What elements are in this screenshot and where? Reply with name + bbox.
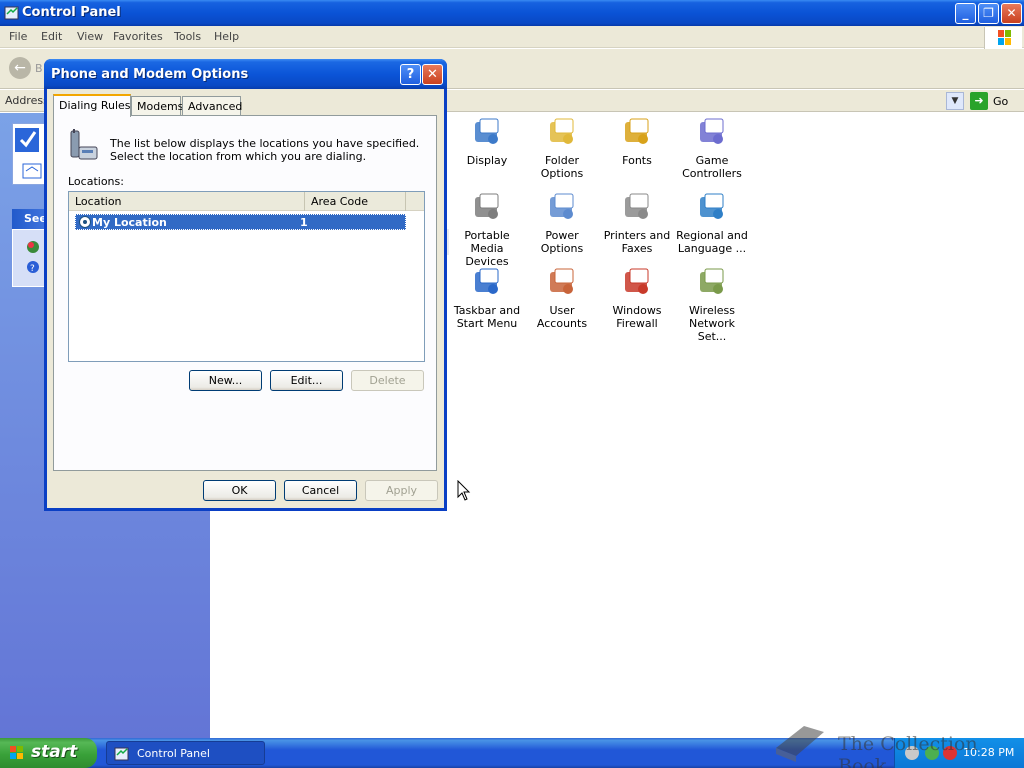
go-button[interactable]: Go bbox=[993, 95, 1008, 108]
menu-help[interactable]: Help bbox=[214, 30, 239, 43]
menu-favorites[interactable]: Favorites bbox=[113, 30, 163, 43]
menu-edit[interactable]: Edit bbox=[41, 30, 62, 43]
cp-item-label: Regional and Language ... bbox=[676, 229, 748, 255]
cp-item-printers[interactable]: Printers and Faxes bbox=[600, 191, 674, 255]
list-header: Location Area Code bbox=[69, 192, 424, 211]
cp-item-wireless[interactable]: Wireless Network Set... bbox=[675, 266, 749, 343]
location-area-code: 1 bbox=[300, 216, 308, 229]
intro-text: The list below displays the locations yo… bbox=[110, 137, 420, 163]
cp-item-label: Wireless Network Set... bbox=[688, 304, 736, 343]
restore-button[interactable]: ❐ bbox=[978, 3, 999, 24]
cp-item-label: Taskbar and Start Menu bbox=[453, 304, 521, 330]
cp-item-label: Windows Firewall bbox=[612, 304, 662, 330]
cp-item-label: Display bbox=[466, 154, 508, 167]
phone-modem-options-dialog: Phone and Modem Options ? ✕ Dialing Rule… bbox=[44, 59, 447, 511]
menu-view[interactable]: View bbox=[77, 30, 103, 43]
delete-button[interactable]: Delete bbox=[351, 370, 424, 391]
svg-text:?: ? bbox=[30, 264, 35, 274]
cp-item-firewall[interactable]: Windows Firewall bbox=[600, 266, 674, 330]
apply-button[interactable]: Apply bbox=[365, 480, 438, 501]
edit-button[interactable]: Edit... bbox=[270, 370, 343, 391]
cp-item-display[interactable]: Display bbox=[450, 116, 524, 167]
column-location[interactable]: Location bbox=[69, 192, 305, 211]
power-options-icon bbox=[550, 193, 574, 219]
taskbar-button-label: Control Panel bbox=[137, 747, 210, 760]
help-button[interactable]: ? bbox=[400, 64, 421, 85]
windows-logo-icon bbox=[984, 27, 1022, 49]
back-arrow-icon[interactable]: ← bbox=[9, 57, 31, 79]
radio-selected-icon[interactable] bbox=[79, 216, 91, 228]
regional-icon bbox=[700, 193, 724, 219]
new-button[interactable]: New... bbox=[189, 370, 262, 391]
menu-tools[interactable]: Tools bbox=[174, 30, 201, 43]
cancel-button[interactable]: Cancel bbox=[284, 480, 357, 501]
cp-item-regional[interactable]: Regional and Language ... bbox=[675, 191, 749, 255]
locations-list[interactable]: Location Area Code My Location 1 bbox=[68, 191, 425, 362]
column-area-code[interactable]: Area Code bbox=[305, 192, 406, 211]
start-button[interactable]: start bbox=[0, 738, 97, 768]
control-panel-icon bbox=[114, 747, 129, 761]
address-label: Address bbox=[5, 94, 49, 107]
ok-button[interactable]: OK bbox=[203, 480, 276, 501]
dialog-close-button[interactable]: ✕ bbox=[422, 64, 443, 85]
close-button[interactable]: ✕ bbox=[1001, 3, 1022, 24]
folder-options-icon bbox=[550, 118, 574, 144]
cp-item-label: Power Options bbox=[540, 229, 584, 255]
fonts-icon bbox=[625, 118, 649, 144]
cp-item-label: Game Controllers bbox=[682, 154, 742, 180]
wireless-icon bbox=[700, 268, 724, 294]
locations-label: Locations: bbox=[68, 175, 124, 188]
dialing-rules-panel: The list below displays the locations yo… bbox=[53, 115, 437, 471]
phone-icon bbox=[70, 129, 98, 160]
back-button-label[interactable]: B bbox=[35, 62, 43, 75]
cp-item-label: User Accounts bbox=[536, 304, 588, 330]
cp-item-taskbar[interactable]: Taskbar and Start Menu bbox=[450, 266, 524, 330]
tab-dialing-rules[interactable]: Dialing Rules bbox=[53, 94, 131, 117]
minimize-button[interactable]: _ bbox=[955, 3, 976, 24]
cp-item-label: Printers and Faxes bbox=[603, 229, 671, 255]
book-icon bbox=[776, 726, 824, 762]
dialog-body: Dialing Rules Modems Advanced The list b… bbox=[47, 89, 444, 508]
printers-icon bbox=[625, 193, 649, 219]
cp-item-fonts[interactable]: Fonts bbox=[600, 116, 674, 167]
mouse-cursor-icon bbox=[457, 480, 471, 501]
watermark-text: The Collection Book bbox=[838, 733, 978, 768]
cp-item-power-options[interactable]: Power Options bbox=[525, 191, 599, 255]
control-panel-icon bbox=[4, 6, 19, 20]
start-label: start bbox=[31, 742, 78, 762]
location-name: My Location bbox=[92, 216, 167, 229]
cp-item-label: Fonts bbox=[622, 154, 652, 167]
cp-item-game-controllers[interactable]: Game Controllers bbox=[675, 116, 749, 180]
control-panel-titlebar[interactable]: Control Panel _ ❐ ✕ bbox=[0, 0, 1024, 26]
window-title: Control Panel bbox=[22, 5, 121, 20]
dialog-title: Phone and Modem Options bbox=[51, 67, 249, 82]
cp-item-folder-options[interactable]: Folder Options bbox=[525, 116, 599, 180]
location-row[interactable]: My Location 1 bbox=[75, 214, 406, 230]
cp-item-label: Portable Media Devices bbox=[464, 229, 510, 268]
dialog-titlebar[interactable]: Phone and Modem Options ? ✕ bbox=[44, 59, 447, 89]
taskbar-icon bbox=[475, 268, 499, 294]
windows-flag-icon bbox=[10, 746, 23, 759]
menu-bar: File Edit View Favorites Tools Help bbox=[0, 26, 1024, 49]
cp-item-label: Folder Options bbox=[540, 154, 584, 180]
game-controllers-icon bbox=[700, 118, 724, 144]
menu-file[interactable]: File bbox=[9, 30, 27, 43]
user-accounts-icon bbox=[550, 268, 574, 294]
tab-advanced[interactable]: Advanced bbox=[182, 96, 242, 116]
taskbar-control-panel-button[interactable]: Control Panel bbox=[106, 741, 265, 765]
cp-item-user-accounts[interactable]: User Accounts bbox=[525, 266, 599, 330]
display-icon bbox=[475, 118, 499, 144]
go-arrow-icon[interactable]: ➜ bbox=[970, 92, 988, 110]
address-dropdown-icon[interactable]: ▼ bbox=[946, 92, 964, 110]
cp-item-portable-media[interactable]: Portable Media Devices bbox=[450, 191, 524, 268]
watermark: The Collection Book bbox=[772, 718, 1022, 768]
portable-media-icon bbox=[475, 193, 499, 219]
firewall-icon bbox=[625, 268, 649, 294]
tab-modems[interactable]: Modems bbox=[131, 96, 183, 116]
